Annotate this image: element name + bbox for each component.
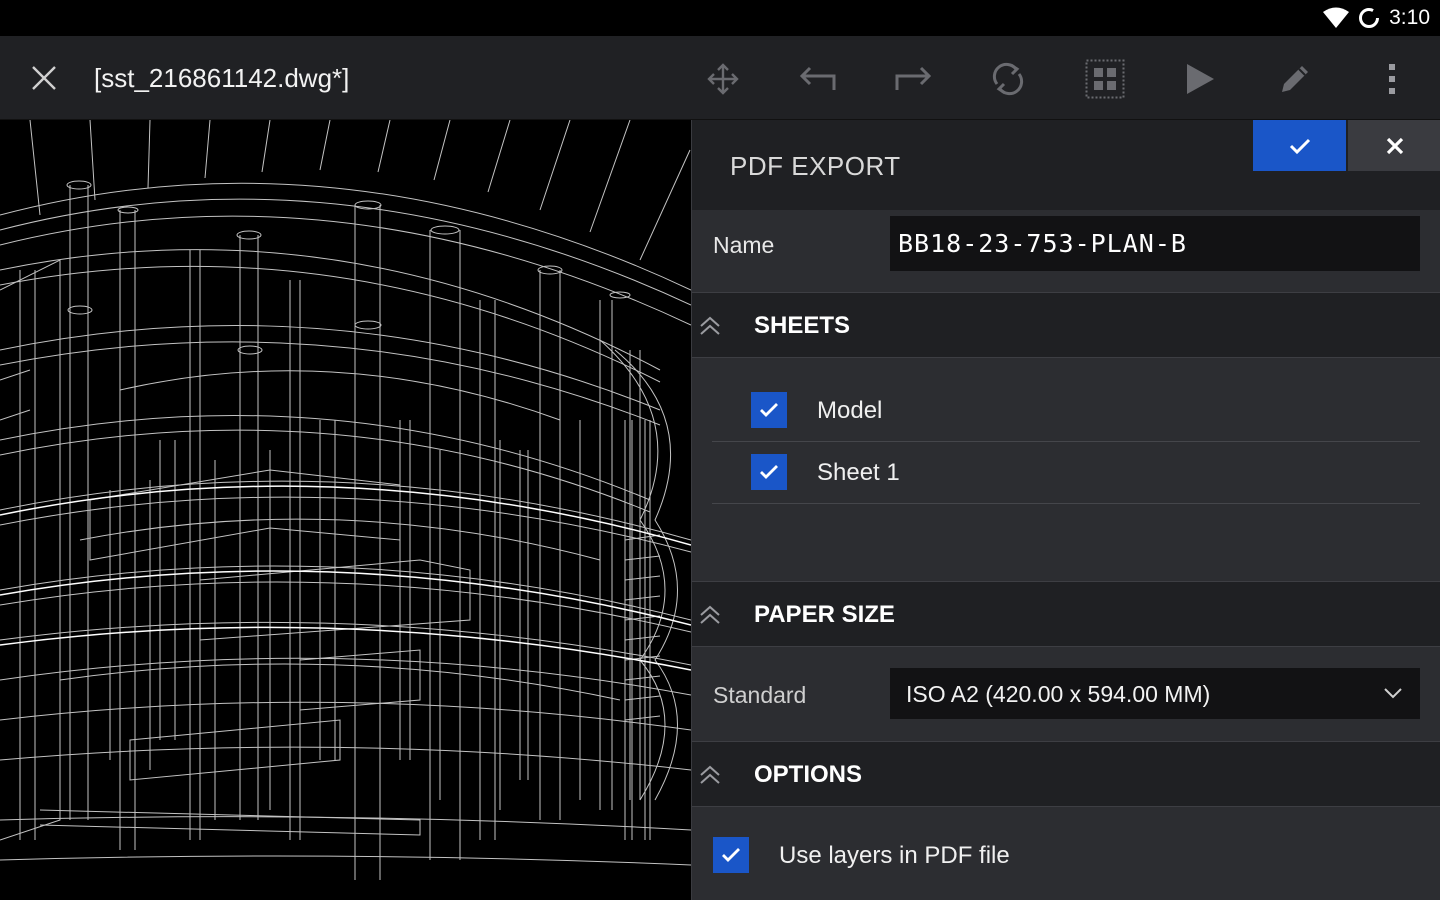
document-title: [sst_216861142.dwg*] <box>94 63 350 93</box>
pan-button[interactable] <box>698 54 748 104</box>
paper-size-section-header[interactable]: PAPER SIZE <box>692 581 1440 647</box>
check-icon <box>760 465 778 479</box>
wifi-icon <box>1323 7 1350 28</box>
use-layers-label: Use layers in PDF file <box>779 842 1010 869</box>
check-icon <box>1289 138 1310 154</box>
paper-size-title: PAPER SIZE <box>754 601 895 628</box>
file-name-input[interactable] <box>890 216 1420 271</box>
use-layers-checkbox[interactable] <box>713 837 749 873</box>
paper-standard-value: ISO A2 (420.00 x 594.00 MM) <box>906 681 1211 707</box>
pencil-icon <box>1282 66 1308 92</box>
edit-button[interactable] <box>1270 54 1320 104</box>
toolbar: [sst_216861142.dwg*] <box>0 36 1440 120</box>
refresh-icon <box>992 62 1024 96</box>
grid-icon <box>1085 59 1125 99</box>
options-section-header[interactable]: OPTIONS <box>692 741 1440 807</box>
regen-button[interactable] <box>983 54 1033 104</box>
confirm-button[interactable] <box>1253 120 1346 171</box>
close-icon <box>32 66 56 90</box>
sheets-title: SHEETS <box>754 312 851 339</box>
check-icon <box>722 848 740 862</box>
close-button[interactable] <box>22 56 66 100</box>
play-button[interactable] <box>1175 54 1225 104</box>
sheet-1-checkbox[interactable] <box>751 454 787 490</box>
close-icon <box>1386 137 1403 154</box>
sheet-item-model[interactable]: Model <box>712 380 1420 442</box>
layout-button[interactable] <box>1080 54 1130 104</box>
sheet-1-label: Sheet 1 <box>817 459 900 486</box>
pdf-export-panel: PDF EXPORT Name SHEETS Model <box>691 120 1440 900</box>
paper-standard-select[interactable]: ISO A2 (420.00 x 594.00 MM) <box>890 668 1420 719</box>
drawing-canvas[interactable] <box>0 120 691 900</box>
chevron-up-double-icon <box>700 316 720 335</box>
model-label: Model <box>817 397 883 424</box>
standard-row: Standard ISO A2 (420.00 x 594.00 MM) <box>692 647 1440 741</box>
panel-header: PDF EXPORT <box>692 120 1440 210</box>
cancel-button[interactable] <box>1348 120 1440 171</box>
check-icon <box>760 403 778 417</box>
panel-title: PDF EXPORT <box>730 151 901 181</box>
chevron-up-double-icon <box>700 765 720 784</box>
redo-icon <box>895 66 932 90</box>
undo-button[interactable] <box>793 54 843 104</box>
chevron-down-icon <box>1384 688 1402 699</box>
wireframe-drawing <box>0 120 691 880</box>
status-bar: 3:10 <box>0 0 1440 36</box>
more-options-button[interactable] <box>1367 54 1417 104</box>
status-time: 3:10 <box>1389 6 1430 29</box>
standard-label: Standard <box>713 682 807 708</box>
redo-button[interactable] <box>888 54 938 104</box>
name-row: Name <box>692 210 1440 292</box>
play-icon <box>1187 64 1214 94</box>
sheets-section-header[interactable]: SHEETS <box>692 292 1440 358</box>
use-layers-row[interactable]: Use layers in PDF file <box>692 820 1440 900</box>
sheet-item-sheet-1[interactable]: Sheet 1 <box>712 442 1420 504</box>
move-icon <box>707 63 739 95</box>
status-icons: 3:10 <box>1323 0 1430 36</box>
chevron-up-double-icon <box>700 605 720 624</box>
name-label: Name <box>713 232 775 258</box>
model-checkbox[interactable] <box>751 392 787 428</box>
sync-icon <box>1359 8 1380 28</box>
options-title: OPTIONS <box>754 761 863 788</box>
undo-icon <box>799 66 836 90</box>
more-vertical-icon <box>1389 64 1395 94</box>
